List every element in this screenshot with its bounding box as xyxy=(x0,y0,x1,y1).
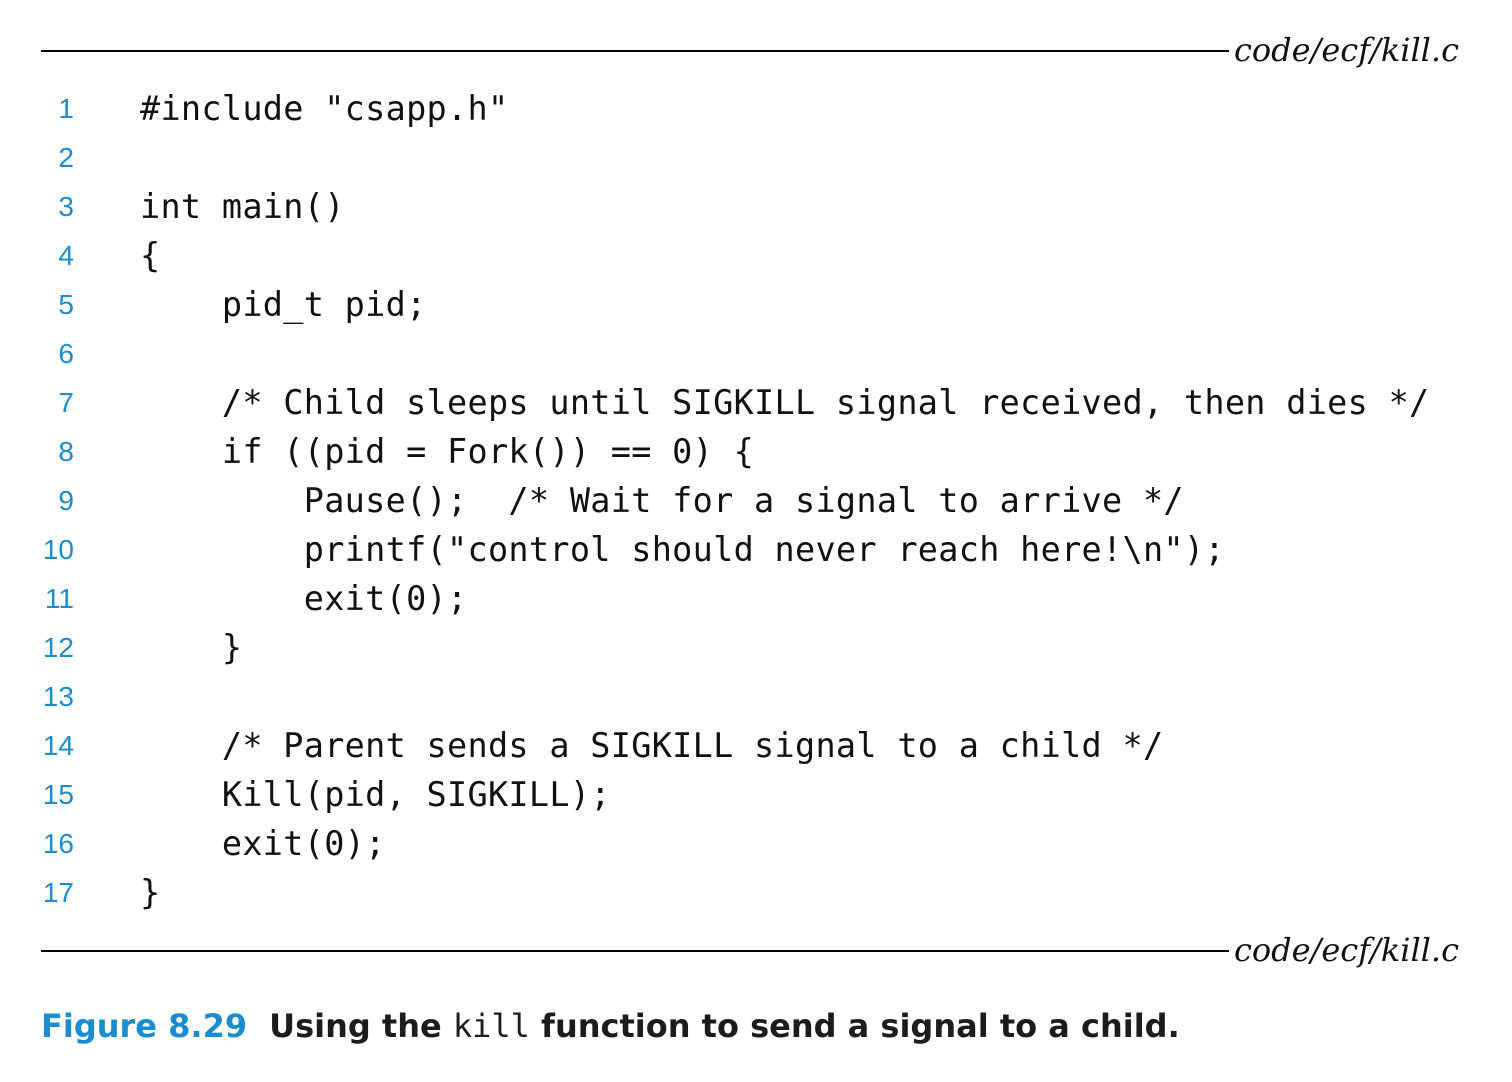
code-line: 14 /* Parent sends a SIGKILL signal to a… xyxy=(0,721,1512,770)
code-text: exit(0); xyxy=(140,579,468,618)
line-number: 6 xyxy=(58,338,74,369)
code-line: 11 exit(0); xyxy=(0,574,1512,623)
line-number: 12 xyxy=(42,632,74,663)
line-number: 10 xyxy=(42,534,74,565)
line-number: 11 xyxy=(44,583,74,614)
code-text: int main() xyxy=(140,187,345,226)
line-number: 17 xyxy=(42,877,74,908)
line-number: 2 xyxy=(58,142,74,173)
code-text: printf("control should never reach here!… xyxy=(140,530,1225,569)
code-line: 16 exit(0); xyxy=(0,819,1512,868)
code-line: 10 printf("control should never reach he… xyxy=(0,525,1512,574)
caption-text-after: function to send a signal to a child. xyxy=(529,1007,1180,1045)
line-number: 3 xyxy=(58,191,74,222)
file-label-top: code/ecf/kill.c xyxy=(1233,31,1459,69)
code-text: if ((pid = Fork()) == 0) { xyxy=(140,432,755,471)
code-line: 4 { xyxy=(0,231,1512,280)
caption-text-before: Using the xyxy=(269,1007,453,1045)
line-number: 13 xyxy=(42,681,74,712)
code-line: 12 } xyxy=(0,623,1512,672)
code-text: } xyxy=(140,873,161,912)
code-line: 8 if ((pid = Fork()) == 0) { xyxy=(0,427,1512,476)
top-divider xyxy=(41,50,1229,52)
code-line: 17 } xyxy=(0,868,1512,917)
bottom-divider xyxy=(41,950,1229,952)
line-number: 9 xyxy=(58,485,74,516)
code-text: /* Child sleeps until SIGKILL signal rec… xyxy=(140,383,1430,422)
line-number: 8 xyxy=(58,436,74,467)
code-line: 2 xyxy=(0,133,1512,182)
code-line: 3 int main() xyxy=(0,182,1512,231)
code-line: 15 Kill(pid, SIGKILL); xyxy=(0,770,1512,819)
figure-label: Figure 8.29 xyxy=(41,1007,248,1045)
code-line: 13 xyxy=(0,672,1512,721)
line-number: 15 xyxy=(42,779,74,810)
code-listing: 1 #include "csapp.h" 2 3 int main() 4 { … xyxy=(0,84,1512,917)
code-text: { xyxy=(140,236,161,275)
code-text: } xyxy=(140,628,243,667)
code-line: 7 /* Child sleeps until SIGKILL signal r… xyxy=(0,378,1512,427)
line-number: 16 xyxy=(42,828,74,859)
line-number: 5 xyxy=(58,289,74,320)
code-text: /* Parent sends a SIGKILL signal to a ch… xyxy=(140,726,1164,765)
line-number: 7 xyxy=(58,387,74,418)
code-footer-rule: code/ecf/kill.c xyxy=(41,930,1459,970)
code-header-rule: code/ecf/kill.c xyxy=(41,30,1459,70)
code-line: 5 pid_t pid; xyxy=(0,280,1512,329)
code-line: 6 xyxy=(0,329,1512,378)
line-number: 4 xyxy=(58,240,74,271)
code-text: #include "csapp.h" xyxy=(140,89,509,128)
caption-code-word: kill xyxy=(452,1007,530,1045)
code-line: 1 #include "csapp.h" xyxy=(0,84,1512,133)
code-line: 9 Pause(); /* Wait for a signal to arriv… xyxy=(0,476,1512,525)
code-text: exit(0); xyxy=(140,824,386,863)
code-text: Kill(pid, SIGKILL); xyxy=(140,775,611,814)
line-number: 14 xyxy=(42,730,74,761)
code-text: Pause(); /* Wait for a signal to arrive … xyxy=(140,481,1184,520)
line-number: 1 xyxy=(58,93,74,124)
file-label-bottom: code/ecf/kill.c xyxy=(1233,931,1459,969)
code-text: pid_t pid; xyxy=(140,285,427,324)
figure-caption: Figure 8.29 Using the kill function to se… xyxy=(41,1002,1180,1050)
